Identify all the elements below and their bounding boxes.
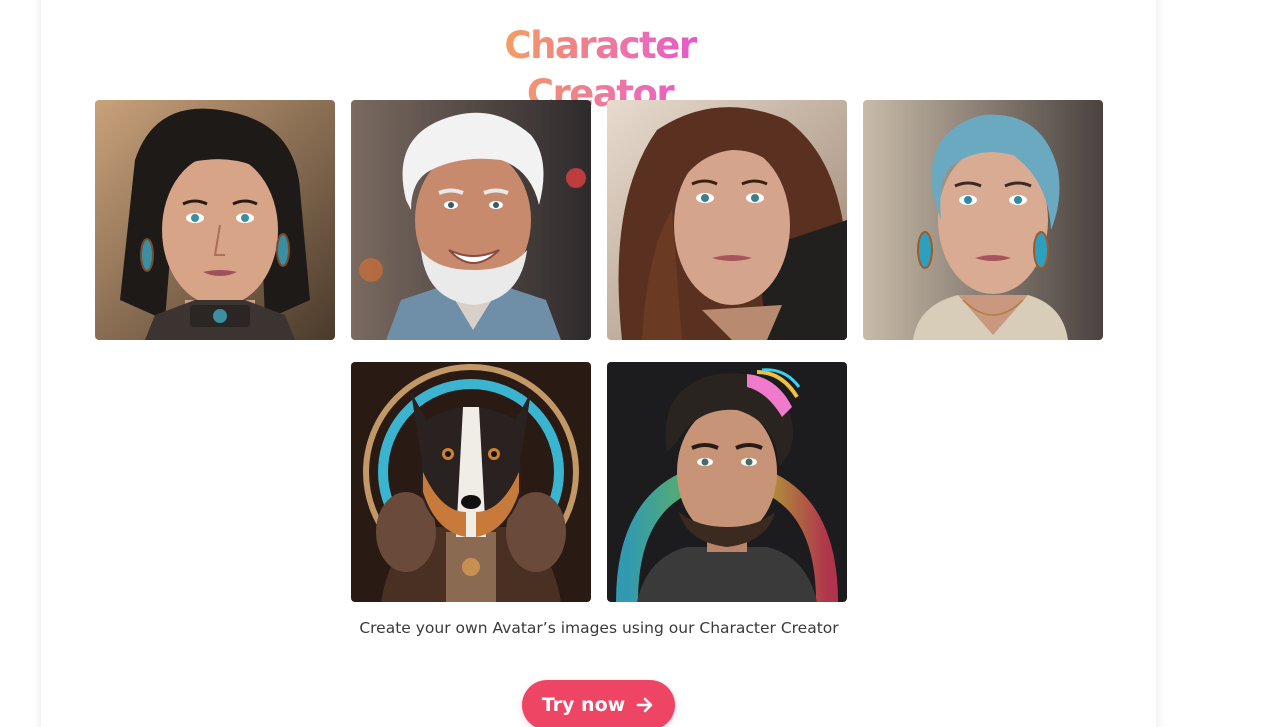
avatar-man-white-hair[interactable]: [351, 100, 591, 340]
avatar-woman-brown-hair[interactable]: [607, 100, 847, 340]
avatar-woman-blue-hair[interactable]: [863, 100, 1103, 340]
avatar-dog[interactable]: [351, 362, 591, 602]
avatar-man-rainbow-hair[interactable]: [607, 362, 847, 602]
avatar-man-rainbow-hair-image: [607, 362, 847, 602]
title-wrap: Character Creator: [445, 22, 755, 115]
avatar-woman-blue-hair-image: [863, 100, 1103, 340]
avatar-man-white-hair-image: [351, 100, 591, 340]
avatar-dog-image: [351, 362, 591, 602]
avatar-woman-brown-hair-image: [607, 100, 847, 340]
try-now-button[interactable]: Try now: [522, 680, 675, 727]
avatar-woman-dark-bob[interactable]: [95, 100, 335, 340]
page-caption: Create your own Avatar’s images using ou…: [359, 619, 839, 637]
page: Character Creator Create your own Avatar…: [0, 0, 1277, 727]
avatar-woman-dark-bob-image: [95, 100, 335, 340]
try-now-label: Try now: [541, 694, 626, 716]
arrow-right-icon: [636, 697, 653, 713]
